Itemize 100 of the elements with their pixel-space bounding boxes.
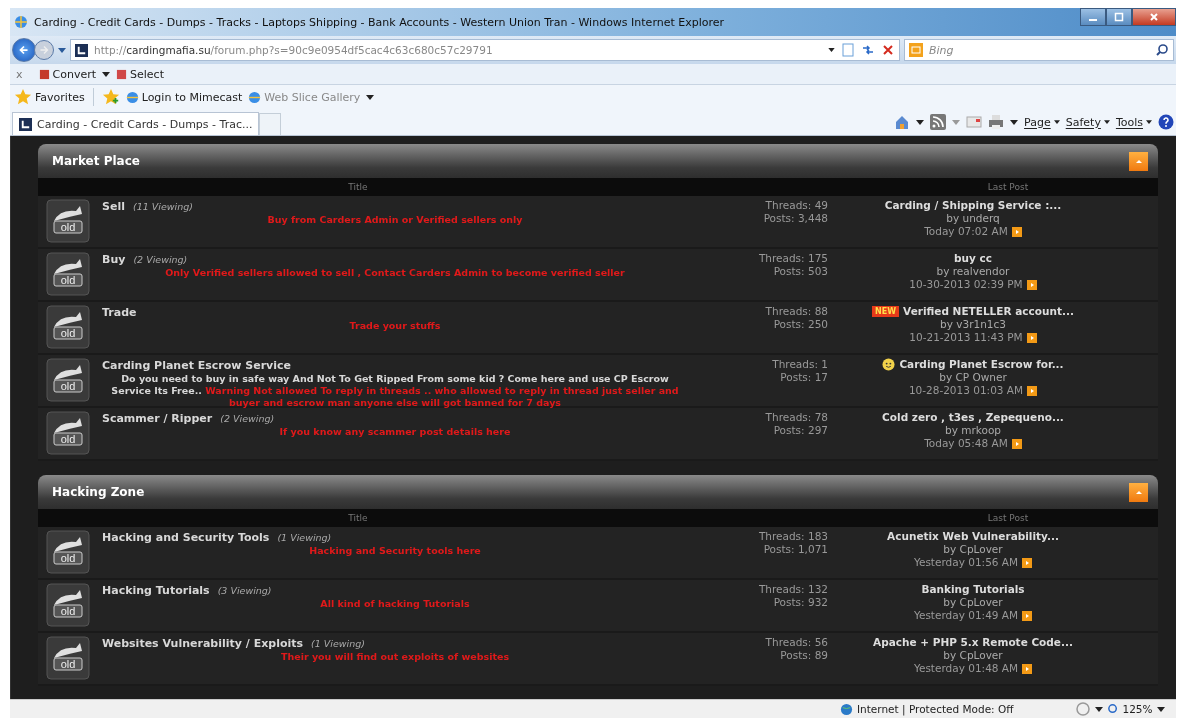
last-post-author[interactable]: by CP Owner xyxy=(939,371,1007,384)
go-to-post-icon[interactable] xyxy=(1022,557,1033,568)
collapse-button[interactable] xyxy=(1129,151,1148,171)
forum-title[interactable]: Scammer / Ripper xyxy=(102,412,213,425)
home-icon[interactable] xyxy=(894,114,911,130)
forum-status-icon: old xyxy=(46,358,90,402)
forum-title[interactable]: Websites Vulnerability / Exploits xyxy=(102,637,304,650)
caret-icon[interactable] xyxy=(916,119,925,125)
favorite-link[interactable]: Login to Mimecast xyxy=(125,90,243,104)
thread-count: Threads: 88 xyxy=(765,305,828,318)
maximize-button[interactable] xyxy=(1106,8,1132,26)
last-post-author[interactable]: by underq xyxy=(946,212,1000,225)
last-post-date: Yesterday 01:56 AM xyxy=(913,556,1019,569)
last-post-title[interactable]: Banking Tutorials xyxy=(921,583,1025,596)
forum-description: If you know any scammer post details here xyxy=(278,426,512,438)
go-to-post-icon[interactable] xyxy=(1026,279,1037,290)
go-to-post-icon[interactable] xyxy=(1022,610,1033,621)
caret-icon[interactable] xyxy=(366,94,375,100)
close-button[interactable] xyxy=(1132,8,1176,26)
caret-icon[interactable] xyxy=(102,71,110,77)
caret-icon xyxy=(1146,120,1152,124)
last-post-author[interactable]: by CpLover xyxy=(943,596,1003,609)
forum-title[interactable]: Buy xyxy=(102,253,126,266)
site-icon xyxy=(19,117,32,131)
feed-icon[interactable] xyxy=(930,114,947,130)
close-toolbar-button[interactable]: x xyxy=(16,67,23,81)
viewing-count: (1 Viewing) xyxy=(277,532,332,543)
select-button[interactable]: Select xyxy=(116,67,164,81)
minimize-icon xyxy=(1089,19,1097,21)
favorites-button[interactable]: Favorites xyxy=(14,88,85,106)
forum-title[interactable]: Trade xyxy=(102,306,137,319)
caret-icon[interactable] xyxy=(1010,119,1019,125)
post-count: Posts: 1,071 xyxy=(763,542,828,555)
back-arrow-icon xyxy=(17,43,31,57)
minimize-button[interactable] xyxy=(1080,8,1106,26)
globe-icon xyxy=(248,90,262,104)
forum-description: Only Verified sellers allowed to sell , Contact Carders Admin to become verified seller xyxy=(164,267,626,279)
new-badge: NEW xyxy=(872,306,900,317)
smiley-icon xyxy=(882,358,896,371)
maximize-icon xyxy=(1114,12,1124,22)
toolbar-menu[interactable]: Page xyxy=(1024,115,1060,129)
post-count: Posts: 3,448 xyxy=(763,211,828,224)
caret-icon[interactable] xyxy=(1095,706,1104,712)
last-post-author[interactable]: by realvendor xyxy=(936,265,1010,278)
convert-button[interactable]: Convert xyxy=(38,67,96,81)
search-icon[interactable] xyxy=(1155,43,1169,57)
last-post-author[interactable]: by mrkoop xyxy=(945,424,1001,437)
toolbar-menu[interactable]: Tools xyxy=(1115,115,1152,129)
forum-status-icon: old xyxy=(46,636,90,680)
help-icon[interactable] xyxy=(1158,114,1174,130)
go-to-post-icon[interactable] xyxy=(1026,332,1037,343)
caret-icon[interactable] xyxy=(1156,706,1165,712)
last-post-title[interactable]: Carding / Shipping Service :... xyxy=(884,199,1062,212)
last-post-title[interactable]: Carding Planet Escrow for... xyxy=(899,358,1064,371)
go-to-post-icon[interactable] xyxy=(1011,438,1022,449)
search-box[interactable]: Bing xyxy=(904,39,1174,61)
section-title: Hacking Zone xyxy=(52,485,145,499)
forward-button[interactable] xyxy=(34,40,54,60)
window-title: Carding - Credit Cards - Dumps - Tracks - Laptops Shipping - Bank Accounts - Western Union Tran - Windows Internet Explorer xyxy=(34,15,726,29)
back-button[interactable] xyxy=(12,38,36,62)
forum-title[interactable]: Carding Planet Escrow Service xyxy=(102,359,292,372)
caret-icon[interactable] xyxy=(828,48,835,52)
refresh-icon[interactable] xyxy=(861,43,875,57)
forum-title[interactable]: Hacking Tutorials xyxy=(102,584,210,597)
last-post-title[interactable]: Acunetix Web Vulnerability... xyxy=(887,530,1059,543)
collapse-button[interactable] xyxy=(1129,482,1148,502)
post-count: Posts: 17 xyxy=(780,370,828,383)
last-post-author[interactable]: by CpLover xyxy=(943,649,1003,662)
address-field[interactable]: http://cardingmafia.su/forum.php?s=90c9e0954df5cac4c63c680c57c29791 xyxy=(70,39,900,61)
last-post-author[interactable]: by CpLover xyxy=(943,543,1003,556)
last-post-title[interactable]: Apache + PHP 5.x Remote Code... xyxy=(873,636,1073,649)
globe-icon xyxy=(125,90,139,104)
browser-tab[interactable]: Carding - Credit Cards - Dumps - Trac... xyxy=(12,112,260,135)
caret-icon xyxy=(1053,120,1060,124)
mail-icon[interactable] xyxy=(966,114,983,130)
zoom-button[interactable]: 125% xyxy=(1107,702,1153,716)
forum-title[interactable]: Hacking and Security Tools xyxy=(102,531,270,544)
toolbar-icon xyxy=(38,68,50,80)
go-to-post-icon[interactable] xyxy=(1027,385,1038,396)
go-to-post-icon[interactable] xyxy=(1022,663,1033,674)
last-post-title[interactable]: Cold zero , t3es , Zepequeno... xyxy=(882,411,1064,424)
post-count: Posts: 503 xyxy=(773,264,828,277)
forum-description: Their you will find out exploits of websites xyxy=(279,651,511,663)
go-to-post-icon[interactable] xyxy=(1011,226,1022,237)
toolbar-menu[interactable]: Safety xyxy=(1065,115,1110,129)
thread-count: Threads: 183 xyxy=(758,530,828,543)
stop-icon[interactable] xyxy=(881,43,895,57)
printer-icon[interactable] xyxy=(988,114,1005,130)
forum-description: All kind of hacking Tutorials xyxy=(319,598,471,610)
last-post-author[interactable]: by v3r1n1c3 xyxy=(940,318,1006,331)
forum-status-icon: old xyxy=(46,411,90,455)
last-post-title[interactable]: Verified NETELLER account... xyxy=(903,305,1074,318)
security-zone: Internet | Protected Mode: Off xyxy=(857,703,1014,715)
globe-icon xyxy=(840,702,853,716)
add-favorite-icon[interactable] xyxy=(101,88,120,106)
forum-description: Buy from Carders Admin or Verified sellers only xyxy=(266,214,524,226)
forum-title[interactable]: Sell xyxy=(102,200,125,213)
last-post-title[interactable]: buy cc xyxy=(954,252,992,265)
last-post-date: 10-28-2013 01:03 AM xyxy=(908,384,1024,397)
collapse-arrow-icon xyxy=(1135,159,1142,163)
